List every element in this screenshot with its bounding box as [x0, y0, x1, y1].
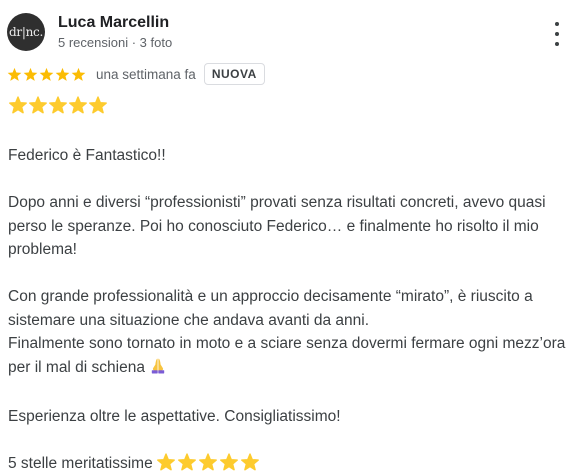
avatar[interactable]: dr|nc.	[7, 13, 45, 51]
more-options-button[interactable]	[549, 22, 565, 46]
rating-row: una settimana fa NUOVA	[7, 62, 265, 86]
more-vert-icon	[555, 22, 559, 26]
avatar-text: dr|nc.	[9, 25, 43, 39]
star-emoji-icon	[199, 453, 217, 471]
review-paragraph: Finalmente sono tornato in moto e a scia…	[8, 332, 574, 381]
review-date: una settimana fa	[96, 67, 196, 82]
author-name[interactable]: Luca Marcellin	[58, 14, 169, 32]
review-paragraph: Dopo anni e diversi “professionisti” pro…	[8, 191, 574, 262]
star-emoji-icon	[69, 96, 87, 114]
review-paragraph: 5 stelle meritatissime	[8, 452, 574, 475]
star-emoji-icon	[157, 453, 175, 471]
author-meta: 5 recensioni · 3 foto	[58, 35, 172, 50]
star-rating	[7, 67, 86, 82]
star-icon	[71, 67, 86, 82]
star-emoji-icon	[220, 453, 238, 471]
star-emoji-icon	[29, 96, 47, 114]
inline-emoji-stars	[157, 453, 259, 471]
review-paragraph: Esperienza oltre le aspettative. Consigl…	[8, 405, 574, 429]
star-icon	[39, 67, 54, 82]
emoji-stars	[9, 96, 107, 114]
star-icon	[23, 67, 38, 82]
star-emoji-icon	[178, 453, 196, 471]
review-header: dr|nc. Luca Marcellin 5 recensioni · 3 f…	[7, 13, 577, 55]
star-emoji-icon	[9, 96, 27, 114]
folded-hands-icon	[150, 357, 166, 382]
star-emoji-icon	[89, 96, 107, 114]
review-paragraph: Con grande professionalità e un approcci…	[8, 285, 574, 332]
review-line: Finalmente sono tornato in moto e a scia…	[8, 335, 565, 376]
star-emoji-icon	[241, 453, 259, 471]
review-line: 5 stelle meritatissime	[8, 455, 153, 472]
star-icon	[55, 67, 70, 82]
review-paragraph: Federico è Fantastico!!	[8, 144, 574, 168]
new-badge: NUOVA	[204, 63, 265, 85]
star-icon	[7, 67, 22, 82]
star-emoji-icon	[49, 96, 67, 114]
review-text: Federico è Fantastico!! Dopo anni e dive…	[8, 144, 574, 475]
